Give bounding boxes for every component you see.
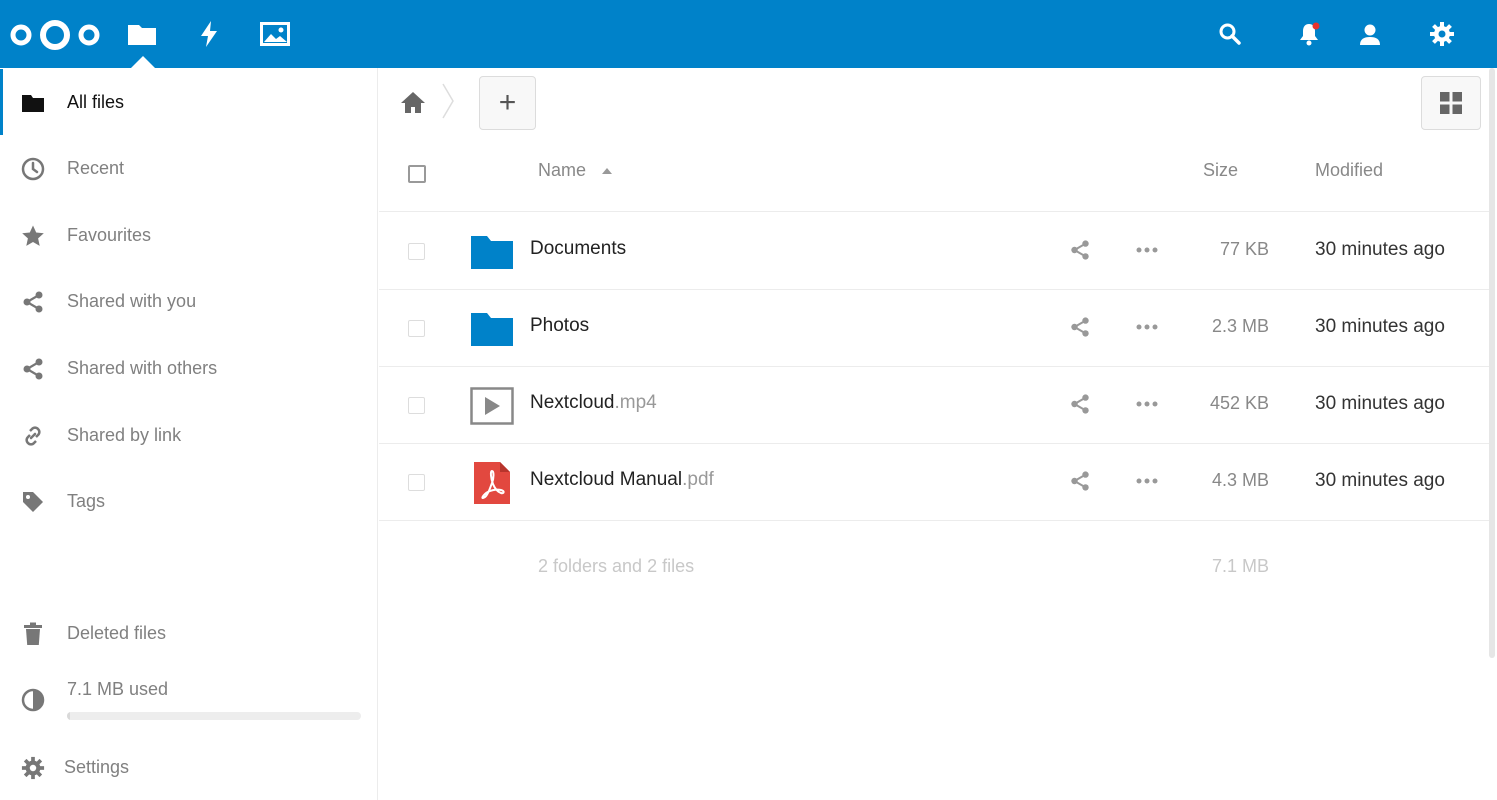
folder-icon [469, 307, 515, 351]
file-modified: 30 minutes ago [1315, 470, 1445, 491]
sidebar-item-shared-by-link[interactable]: Shared by link [0, 402, 377, 468]
sidebar-item-all-files[interactable]: All files [0, 69, 377, 135]
active-app-indicator [131, 56, 155, 68]
folder-icon [469, 230, 515, 274]
more-actions-icon[interactable] [1135, 469, 1159, 493]
vertical-scrollbar[interactable] [1489, 68, 1495, 658]
notifications-bell-icon[interactable] [1293, 18, 1325, 50]
nextcloud-logo[interactable] [8, 18, 102, 52]
file-row-photos[interactable]: Photos 2.3 MB 30 minutes ago [379, 289, 1489, 366]
contacts-icon[interactable] [1354, 18, 1386, 50]
file-name-base: Documents [530, 238, 627, 259]
grid-view-toggle-button[interactable] [1421, 76, 1481, 130]
settings-label: Settings [64, 756, 130, 777]
more-actions-icon[interactable] [1135, 392, 1159, 416]
file-row-documents[interactable]: Documents 77 KB 30 minutes ago [379, 212, 1489, 289]
more-actions-icon[interactable] [1135, 315, 1159, 339]
sidebar-item-recent[interactable]: Recent [0, 135, 377, 201]
file-name-base: Photos [530, 315, 590, 336]
file-size: 4.3 MB [1211, 470, 1269, 490]
file-name[interactable]: Nextcloud.mp4 [530, 392, 657, 414]
file-extension: .mp4 [614, 392, 657, 413]
file-size: 77 KB [1219, 239, 1269, 259]
row-checkbox[interactable] [408, 320, 425, 337]
star-icon [20, 223, 46, 249]
quota-progress-bar [67, 712, 361, 720]
sidebar-item-label: Shared with others [67, 357, 218, 378]
more-actions-icon[interactable] [1135, 238, 1159, 262]
file-extension: .pdf [682, 469, 714, 490]
row-checkbox[interactable] [408, 243, 425, 260]
file-name-base: Nextcloud [530, 392, 615, 413]
trash-icon [20, 621, 46, 647]
video-file-icon [469, 384, 515, 428]
share-icon[interactable] [1068, 392, 1092, 416]
app-gallery-image-icon[interactable] [259, 18, 291, 50]
column-header-name-label: Name [538, 160, 587, 180]
quota-info: 7.1 MB used [0, 667, 377, 713]
breadcrumb-separator-icon [442, 83, 454, 119]
sidebar-item-shared-with-you[interactable]: Shared with you [0, 268, 377, 334]
share-icon[interactable] [1068, 469, 1092, 493]
sidebar-item-favourites[interactable]: Favourites [0, 202, 377, 268]
quota-label: 7.1 MB used [67, 679, 169, 699]
file-count-summary: 2 folders and 2 files [538, 556, 695, 576]
app-files-folder-icon[interactable] [126, 18, 158, 50]
file-modified: 30 minutes ago [1315, 239, 1445, 260]
sidebar-item-label: Recent [67, 157, 125, 178]
settings-button[interactable]: Settings [0, 734, 377, 800]
share-icon[interactable] [1068, 238, 1092, 262]
search-icon[interactable] [1214, 18, 1246, 50]
sidebar-item-label: Deleted files [67, 622, 167, 643]
quota-progress-fill [67, 712, 70, 720]
total-size-summary: 7.1 MB [1211, 556, 1269, 576]
new-file-button[interactable]: + [479, 76, 536, 130]
file-row-nextcloud-manual-pdf[interactable]: Nextcloud Manual.pdf 4.3 MB 30 minutes a… [379, 443, 1489, 520]
column-header-size[interactable]: Size [1203, 160, 1238, 181]
share-icon [20, 356, 46, 382]
file-modified: 30 minutes ago [1315, 316, 1445, 337]
column-header-name[interactable]: Name [538, 160, 613, 181]
file-name[interactable]: Nextcloud Manual.pdf [530, 469, 714, 491]
file-list-area: + Name Size Modified Documents 77 KB 30 … [379, 68, 1497, 800]
sidebar-item-label: Tags [67, 490, 106, 511]
gear-icon [20, 755, 46, 781]
sidebar-item-shared-with-others[interactable]: Shared with others [0, 335, 377, 401]
select-all-checkbox[interactable] [408, 165, 426, 183]
sidebar-item-label: All files [67, 91, 125, 112]
sidebar-item-deleted-files[interactable]: Deleted files [0, 600, 377, 666]
sidebar-item-label: Favourites [67, 224, 152, 245]
row-divider [379, 520, 1489, 521]
file-name[interactable]: Documents [530, 238, 626, 260]
link-icon [20, 423, 46, 449]
share-icon [20, 289, 46, 315]
file-row-nextcloud-mp4[interactable]: Nextcloud.mp4 452 KB 30 minutes ago [379, 366, 1489, 443]
folder-icon [20, 90, 46, 116]
file-name-base: Nextcloud Manual [530, 469, 683, 490]
column-header-modified[interactable]: Modified [1315, 160, 1383, 181]
grid-icon [1440, 92, 1462, 114]
sort-ascending-icon [602, 168, 613, 175]
sidebar-item-label: Shared by link [67, 424, 182, 445]
app-activity-lightning-icon[interactable] [193, 18, 225, 50]
sidebar-item-label: Shared with you [67, 290, 197, 311]
file-size: 2.3 MB [1211, 316, 1269, 336]
row-checkbox[interactable] [408, 474, 425, 491]
pdf-file-icon [469, 461, 515, 505]
file-name[interactable]: Photos [530, 315, 589, 337]
file-size: 452 KB [1209, 393, 1269, 413]
row-checkbox[interactable] [408, 397, 425, 414]
share-icon[interactable] [1068, 315, 1092, 339]
clock-icon [20, 156, 46, 182]
pie-chart-icon [20, 687, 46, 713]
settings-gear-icon[interactable] [1426, 18, 1458, 50]
tag-icon [20, 489, 46, 515]
navigation-sidebar: All files Recent Favourites Shared with … [0, 68, 378, 800]
breadcrumb-home-icon[interactable] [399, 90, 427, 114]
top-header [0, 0, 1497, 68]
file-modified: 30 minutes ago [1315, 393, 1445, 414]
sidebar-item-tags[interactable]: Tags [0, 468, 377, 534]
